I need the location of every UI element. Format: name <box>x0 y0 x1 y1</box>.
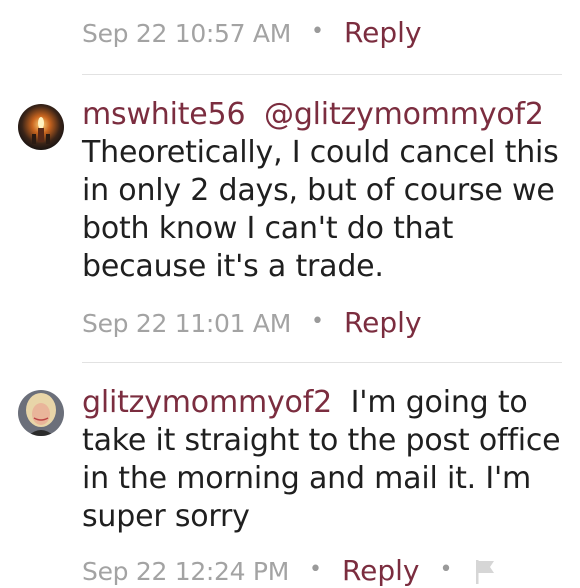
comment-mention[interactable]: @glitzymommyof2 <box>264 97 544 132</box>
separator-dot: • <box>311 309 324 334</box>
comment-meta-row: Sep 22 11:01 AM • Reply <box>82 306 422 339</box>
comment-divider <box>82 74 562 75</box>
reply-button[interactable]: Reply <box>344 16 422 49</box>
comment-thread: Sep 22 10:57 AM • Reply mswhite56 @glitz… <box>0 0 580 587</box>
comment-username[interactable]: glitzymommyof2 <box>82 385 332 420</box>
comment-meta-row: Sep 22 10:57 AM • Reply <box>82 16 422 49</box>
flag-icon[interactable] <box>472 558 498 588</box>
reply-button[interactable]: Reply <box>342 554 420 587</box>
comment-timestamp: Sep 22 12:24 PM <box>82 557 289 586</box>
comment-meta-row: Sep 22 12:24 PM • Reply • <box>82 554 498 587</box>
separator-dot: • <box>439 557 453 582</box>
woman-portrait-avatar-icon[interactable] <box>18 390 64 436</box>
reply-button[interactable]: Reply <box>344 306 422 339</box>
candle-avatar-icon[interactable] <box>18 104 64 150</box>
comment-body: glitzymommyof2 I'm going to take it stra… <box>82 384 570 536</box>
comment-username[interactable]: mswhite56 <box>82 97 246 132</box>
separator-dot: • <box>308 557 322 582</box>
comment-body: mswhite56 @glitzymommyof2 Theoretically,… <box>82 96 570 286</box>
separator-dot: • <box>311 19 324 44</box>
comment-text: Theoretically, I could cancel this in on… <box>82 135 559 284</box>
comment-timestamp: Sep 22 10:57 AM <box>82 19 291 48</box>
comment-timestamp: Sep 22 11:01 AM <box>82 309 291 338</box>
comment-divider <box>82 362 562 363</box>
